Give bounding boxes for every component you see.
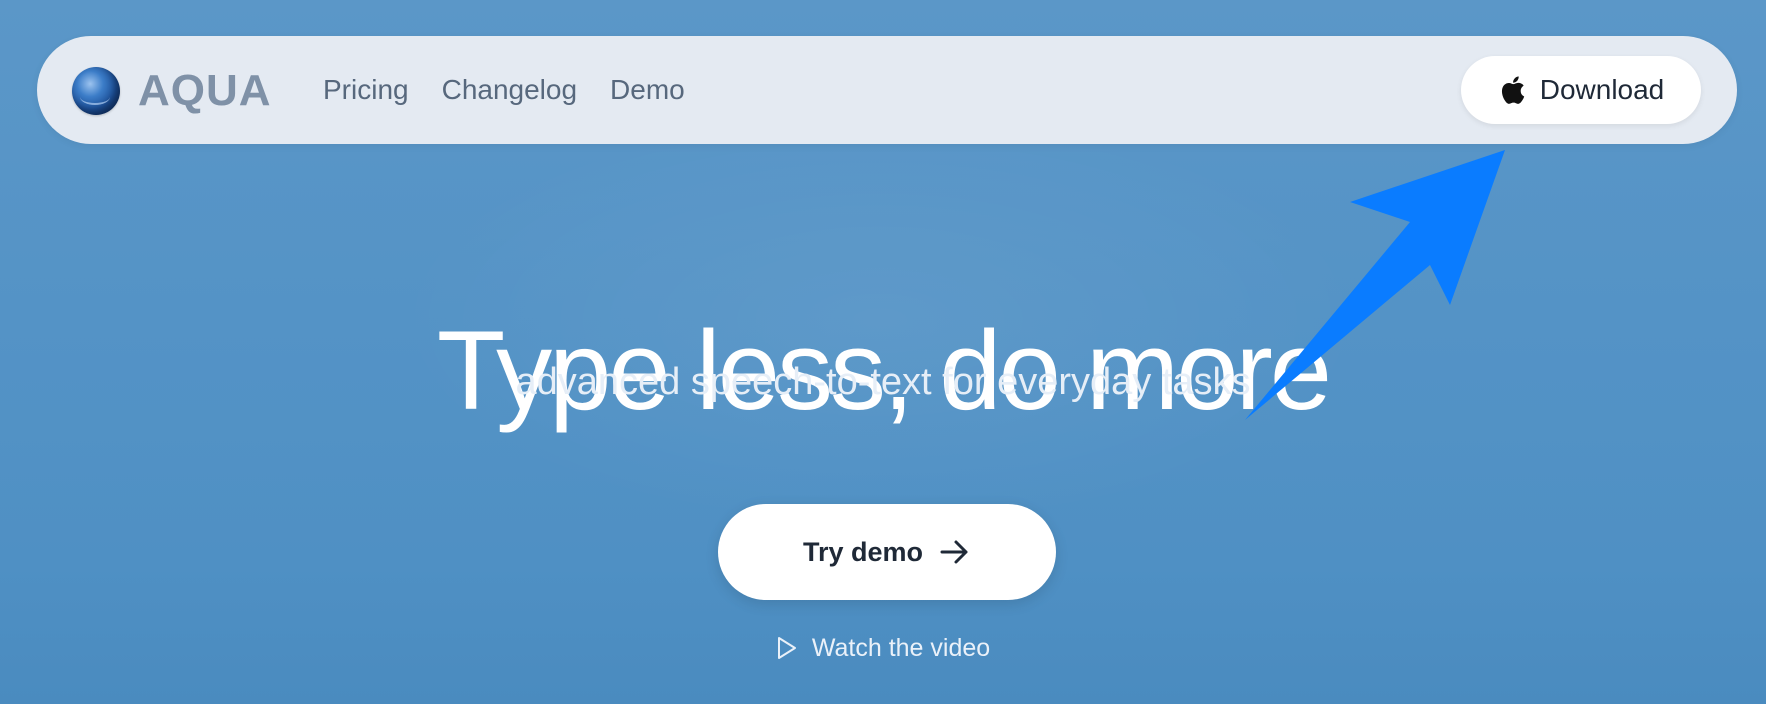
nav-links: Pricing Changelog Demo (323, 70, 685, 110)
navbar: AQUA Pricing Changelog Demo Download (37, 36, 1737, 144)
nav-link-pricing[interactable]: Pricing (323, 70, 409, 110)
brand-name: AQUA (138, 66, 272, 115)
play-icon (777, 637, 796, 659)
watch-video-link[interactable]: Watch the video (0, 630, 1766, 666)
orb-logo-icon (72, 67, 120, 115)
brand-logo[interactable]: AQUA (72, 66, 272, 116)
watch-video-label: Watch the video (811, 634, 991, 662)
try-demo-button[interactable]: Try demo (718, 504, 1056, 600)
nav-link-changelog[interactable]: Changelog (442, 70, 577, 110)
download-button[interactable]: Download (1461, 56, 1701, 124)
download-label: Download (1539, 74, 1665, 105)
nav-link-demo[interactable]: Demo (610, 70, 685, 110)
try-demo-label: Try demo (802, 536, 924, 567)
arrow-right-icon (940, 540, 968, 564)
apple-icon (1501, 76, 1524, 104)
hero-subtitle: advanced speech-to-text for everyday tas… (515, 361, 1251, 403)
